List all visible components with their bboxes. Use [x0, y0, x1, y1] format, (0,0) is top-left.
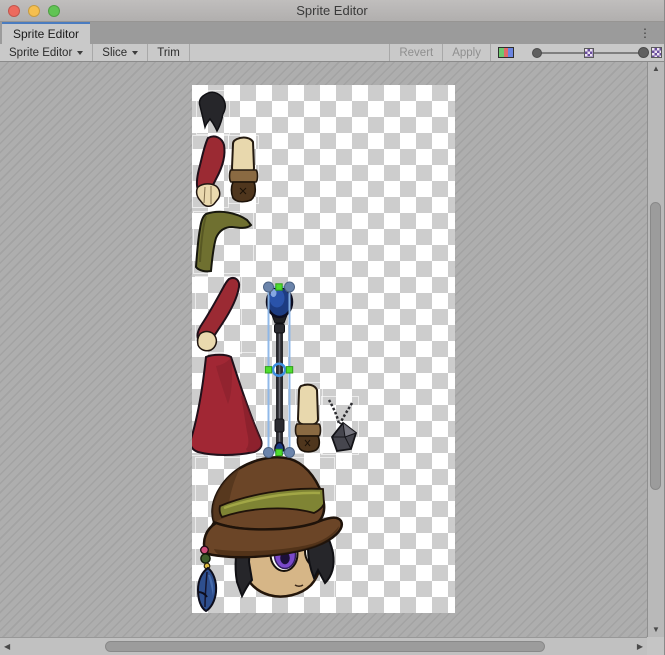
dropdown-arrow-icon	[132, 51, 138, 55]
vertical-scrollbar-thumb[interactable]	[650, 202, 661, 490]
titlebar: Sprite Editor	[0, 0, 664, 22]
sprite-amulet[interactable]	[329, 400, 356, 451]
toolbar: Sprite Editor Slice Trim Revert Apply	[0, 44, 664, 62]
texture-viewport[interactable]	[0, 62, 647, 637]
scroll-up-icon[interactable]: ▲	[652, 65, 660, 73]
mip-slider-thumb[interactable]	[638, 47, 649, 58]
window-title: Sprite Editor	[0, 0, 664, 22]
slice-dropdown-label: Slice	[102, 47, 127, 59]
trim-button[interactable]: Trim	[148, 44, 190, 61]
trim-button-label: Trim	[157, 47, 180, 59]
mip-checker-icon	[584, 48, 594, 58]
scrollbar-corner	[647, 637, 664, 655]
sprite-editor-mode-dropdown[interactable]: Sprite Editor	[0, 44, 93, 61]
canvas-area: ▲ ▼ ◀ ▶	[0, 62, 664, 655]
color-channel-toggle-button[interactable]	[491, 44, 521, 61]
scroll-down-icon[interactable]: ▼	[652, 626, 660, 634]
sprite-green-cape[interactable]	[196, 212, 251, 272]
horizontal-scrollbar-thumb[interactable]	[105, 641, 545, 652]
zoom-slider-thumb[interactable]	[532, 48, 542, 58]
toolbar-right-group: Revert Apply	[389, 44, 664, 61]
sprite-editor-window: Sprite Editor Sprite Editor ⋮ Sprite Edi…	[0, 0, 665, 655]
apply-button[interactable]: Apply	[443, 44, 491, 61]
sprite-sheet-svg	[192, 85, 455, 613]
sprite-red-sleeve-hand[interactable]	[197, 136, 225, 206]
sprite-boot-2[interactable]	[296, 385, 321, 452]
sprite-boot-1[interactable]	[230, 138, 258, 202]
tab-sprite-editor[interactable]: Sprite Editor	[2, 22, 90, 44]
rgb-stripes-icon	[498, 47, 514, 58]
scroll-right-icon[interactable]: ▶	[637, 643, 643, 651]
zoom-and-mip-sliders	[527, 44, 664, 61]
mode-dropdown-label: Sprite Editor	[9, 47, 72, 59]
sprite-hair-tuft[interactable]	[199, 92, 225, 131]
overflow-menu-icon[interactable]: ⋮	[639, 22, 651, 44]
apply-button-label: Apply	[452, 47, 481, 59]
tab-bar: Sprite Editor ⋮	[0, 22, 664, 44]
dropdown-arrow-icon	[77, 51, 83, 55]
revert-button[interactable]: Revert	[389, 44, 443, 61]
sprite-character-head[interactable]	[198, 457, 342, 611]
sprite-red-robe[interactable]	[192, 355, 262, 455]
revert-button-label: Revert	[399, 47, 433, 59]
sprite-sheet-texture[interactable]	[192, 85, 455, 613]
sprite-red-sleeve-2[interactable]	[198, 278, 240, 351]
vertical-scrollbar[interactable]: ▲ ▼	[647, 62, 664, 637]
horizontal-scrollbar[interactable]: ◀ ▶	[0, 637, 647, 655]
mip-checker-icon-large	[651, 47, 662, 58]
slice-dropdown[interactable]: Slice	[93, 44, 148, 61]
tab-label: Sprite Editor	[13, 27, 79, 41]
scroll-left-icon[interactable]: ◀	[4, 643, 10, 651]
